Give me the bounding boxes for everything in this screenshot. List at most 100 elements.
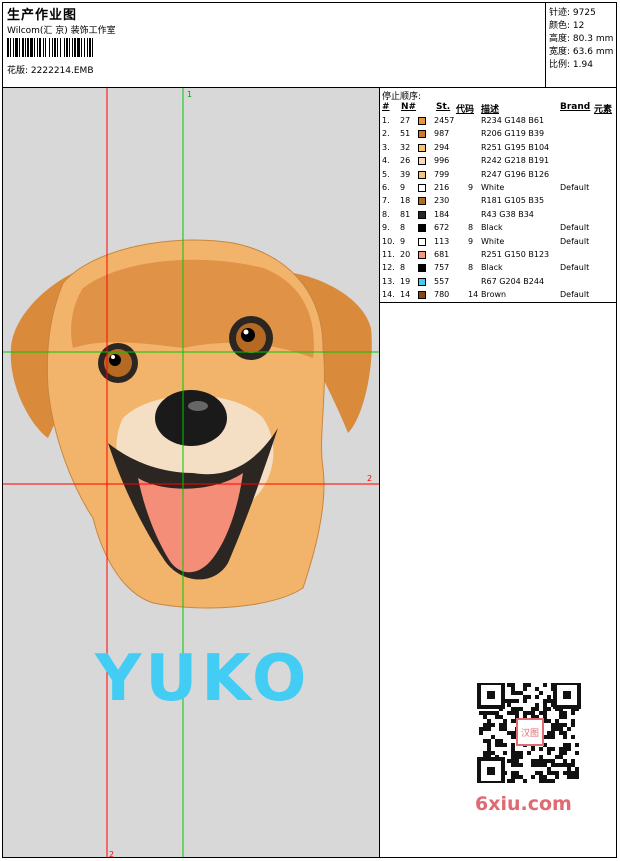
company-name: Wilcom(汇 京) 装饰工作室 [7,26,116,36]
row-brand: Default [560,183,590,192]
color-swatch [418,251,426,259]
row-stitches: 780 [434,290,450,300]
sequence-row: 5. 39 799 R247 G196 B126 [380,169,616,182]
row-brand: Default [560,223,590,233]
sequence-row: 7. 18 230 R181 G105 B35 [380,195,616,208]
barcode [7,38,145,57]
col-code: 代码 [456,105,475,115]
row-stitches: 294 [434,142,450,152]
stat-scale: 比例: 1.94 [549,60,593,70]
stop-sequence-panel: 停止顺序: # N# St. 代码 描述 Brand 元素 1. 27 2457 R2… [380,88,616,303]
marker-right: 2 [367,474,372,483]
col-brand: Brand [560,102,591,112]
row-description: R251 G150 B123 [481,250,550,259]
color-swatch [418,224,426,233]
col-description: 描述 [481,105,500,115]
row-description: R67 G204 B244 [481,276,545,286]
color-swatch [418,170,426,179]
color-swatch [418,264,426,273]
left-eye-highlight [111,355,115,359]
sequence-row: 13. 19 557 R67 G204 B244 [380,276,616,289]
row-needle: 27 [400,116,411,125]
row-stitches: 216 [434,183,450,192]
col-needle: N# [401,102,417,112]
color-swatch [418,130,426,139]
color-swatch [418,210,426,219]
sequence-row: 14. 14 780 14 Brown Default [380,289,616,302]
row-description: Black [481,223,503,233]
row-needle: 9 [400,183,406,192]
color-swatch [418,117,426,125]
col-index: # [382,102,390,112]
row-index: 4. [382,156,390,166]
row-brand: Default [560,236,590,246]
row-brand: Default [560,290,590,300]
row-description: R43 G38 B34 [481,209,534,219]
color-swatch [418,143,426,152]
row-index: 8. [382,209,390,219]
row-needle: 19 [400,276,411,286]
row-index: 6. [382,183,390,192]
row-brand: Default [560,263,590,273]
row-stitches: 681 [434,250,450,259]
stat-width: 宽度: 63.6 mm [549,47,614,57]
row-needle: 8 [400,263,406,273]
row-needle: 26 [400,156,411,166]
design-file: 2222214.EMB [30,66,94,76]
sequence-row: 6. 9 216 9 White Default [380,182,616,195]
left-pupil [109,354,121,366]
row-description: Brown [481,290,507,300]
stat-colors: 颜色: 12 [549,21,585,31]
col-element: 元素 [594,105,613,115]
row-description: White [481,183,505,192]
sequence-row: 12. 8 757 8 Black Default [380,262,616,275]
row-code: 9 [468,236,474,246]
nose [155,390,227,446]
row-stitches: 757 [434,263,450,273]
row-description: Black [481,263,503,273]
sequence-row: 10. 9 113 9 White Default [380,236,616,249]
color-swatch [418,291,426,300]
row-index: 5. [382,169,390,179]
color-swatch [418,237,426,246]
sequence-title: 停止顺序: [382,92,422,102]
row-stitches: 2457 [434,116,455,125]
row-index: 2. [382,129,390,139]
stat-stitches: 针迹: 9725 [549,8,596,18]
row-code: 14 [468,290,479,300]
color-swatch [418,184,426,192]
marker-bottom: 2 [109,850,114,857]
color-swatch [418,157,426,166]
row-code: 9 [468,183,474,192]
row-description: R247 G196 B126 [481,169,550,179]
row-stitches: 184 [434,209,450,219]
sheet-title: 生产作业图 [7,8,78,23]
right-eye-highlight [243,329,249,335]
sequence-header: # N# St. 代码 描述 Brand 元素 [380,102,616,115]
row-description: R206 G119 B39 [481,129,545,139]
sequence-row: 3. 32 294 R251 G195 B104 [380,142,616,155]
color-swatch [418,277,426,286]
header-info: 生产作业图 Wilcom(汇 京) 装饰工作室 花版: 2222214.EMB [3,3,546,88]
row-description: R234 G148 B61 [481,116,545,125]
row-index: 3. [382,142,390,152]
row-code: 8 [468,263,474,273]
row-needle: 9 [400,236,406,246]
row-stitches: 113 [434,236,450,246]
row-needle: 32 [400,142,411,152]
sequence-row: 11. 20 681 R251 G150 B123 [380,249,616,262]
design-file-line: 花版: 2222214.EMB [7,63,94,76]
row-description: R181 G105 B35 [481,196,545,206]
color-swatch [418,197,426,206]
marker-top: 1 [187,90,192,99]
stamp-text: 汉图 [521,728,539,739]
row-code: 8 [468,223,474,233]
row-index: 11. [382,250,395,259]
row-index: 9. [382,223,390,233]
row-description: R242 G218 B191 [481,156,550,166]
sequence-row: 4. 26 996 R242 G218 B191 [380,155,616,168]
watermark-logo: 6xiu.com [475,793,572,815]
row-needle: 8 [400,223,406,233]
row-stitches: 557 [434,276,450,286]
row-needle: 51 [400,129,411,139]
